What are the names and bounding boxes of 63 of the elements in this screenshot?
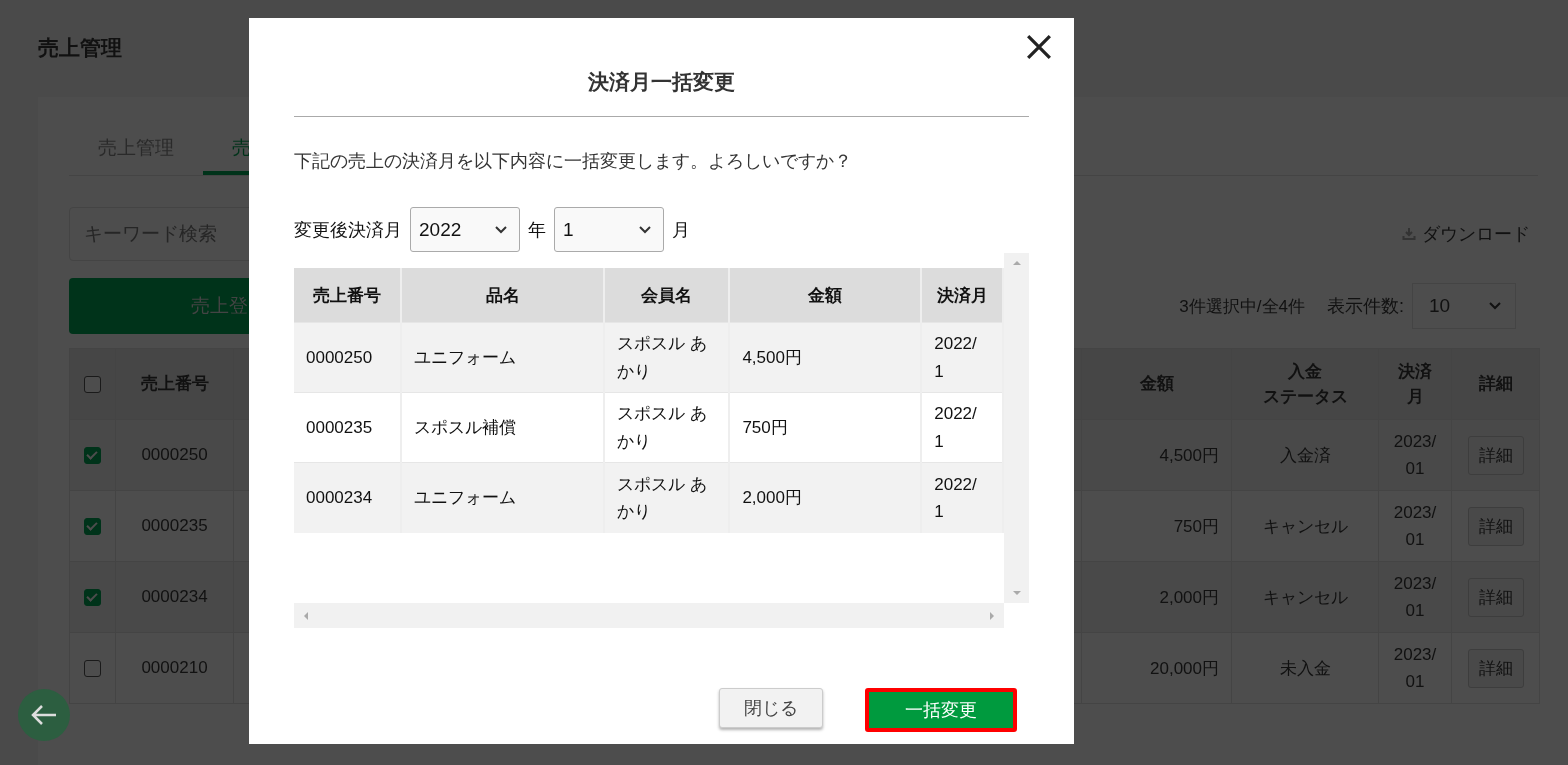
- column-header: 品名: [400, 268, 605, 323]
- table-cell: スポスル あかり: [604, 322, 730, 393]
- column-header: 金額: [729, 268, 922, 323]
- vertical-scrollbar[interactable]: [1004, 253, 1029, 603]
- checkbox[interactable]: [84, 375, 101, 393]
- table-cell-text: 2022/1: [934, 403, 978, 453]
- table-cell: ユニフォーム: [400, 322, 605, 393]
- table-cell-text: 2023/01: [1393, 643, 1437, 693]
- year-select[interactable]: 2022: [410, 207, 520, 252]
- dialog-title: 決済月一括変更: [294, 18, 1029, 117]
- table-cell: 4,500円: [1081, 420, 1231, 490]
- download-icon: [1402, 227, 1416, 241]
- column-header: 売上番号: [294, 268, 401, 323]
- selection-count: 3件選択中/全4件: [1179, 295, 1305, 318]
- checkbox[interactable]: [84, 659, 101, 677]
- close-button[interactable]: 閉じる: [719, 688, 823, 728]
- table-cell: 2,000円: [729, 462, 922, 533]
- page-size-label: 表示件数:: [1327, 295, 1404, 318]
- page-size-select[interactable]: 10: [1412, 283, 1516, 329]
- close-icon[interactable]: [1024, 32, 1054, 62]
- chevron-down-icon: [1489, 302, 1501, 310]
- scroll-down-icon[interactable]: [1012, 589, 1021, 597]
- page-title: 売上管理: [38, 35, 122, 61]
- confirm-button[interactable]: 一括変更: [865, 688, 1017, 732]
- checkbox[interactable]: [84, 588, 101, 606]
- table-cell-text: 2022/1: [934, 333, 978, 383]
- download-link[interactable]: ダウンロード: [1402, 222, 1530, 246]
- checkbox[interactable]: [84, 517, 101, 535]
- table-cell: 0000250: [115, 420, 233, 490]
- year-unit: 年: [528, 218, 546, 242]
- chevron-down-icon: [495, 225, 507, 234]
- table-cell: 2,000円: [1081, 562, 1231, 632]
- table-cell: ユニフォーム: [400, 462, 605, 533]
- month-select[interactable]: 1: [554, 207, 664, 252]
- column-header: 決済月: [921, 268, 1003, 323]
- table-cell: 0000210: [115, 633, 233, 703]
- table-cell-text: 2023/01: [1393, 572, 1437, 622]
- back-button[interactable]: [18, 689, 70, 741]
- dialog-message: 下記の売上の決済月を以下内容に一括変更します。よろしいですか？: [294, 150, 853, 173]
- detail-button[interactable]: 詳細: [1467, 506, 1524, 546]
- table-cell-text: 2023/01: [1393, 501, 1437, 551]
- column-header: 会員名: [604, 268, 730, 323]
- table-cell: 0000234: [294, 462, 401, 533]
- month-unit: 月: [672, 218, 690, 242]
- detail-button[interactable]: 詳細: [1467, 648, 1524, 688]
- detail-button[interactable]: 詳細: [1467, 435, 1524, 475]
- checkbox[interactable]: [84, 446, 101, 464]
- detail-button[interactable]: 詳細: [1467, 577, 1524, 617]
- table-cell: 20,000円: [1081, 633, 1231, 703]
- table-cell-text: 2023/01: [1393, 430, 1437, 480]
- scroll-right-icon[interactable]: [988, 611, 996, 620]
- table-cell: 4,500円: [729, 322, 922, 393]
- table-cell: キャンセル: [1231, 562, 1378, 632]
- scroll-left-icon[interactable]: [302, 611, 310, 620]
- table-cell: 未入金: [1231, 633, 1378, 703]
- table-cell: 0000234: [115, 562, 233, 632]
- table-cell: 0000250: [294, 322, 401, 393]
- table-cell: 入金済: [1231, 420, 1378, 490]
- scroll-up-icon[interactable]: [1012, 259, 1021, 267]
- chevron-down-icon: [639, 225, 651, 234]
- table-cell: スポスル あかり: [604, 462, 730, 533]
- horizontal-scrollbar[interactable]: [294, 603, 1004, 628]
- table-cell-text: 2022/1: [934, 473, 978, 523]
